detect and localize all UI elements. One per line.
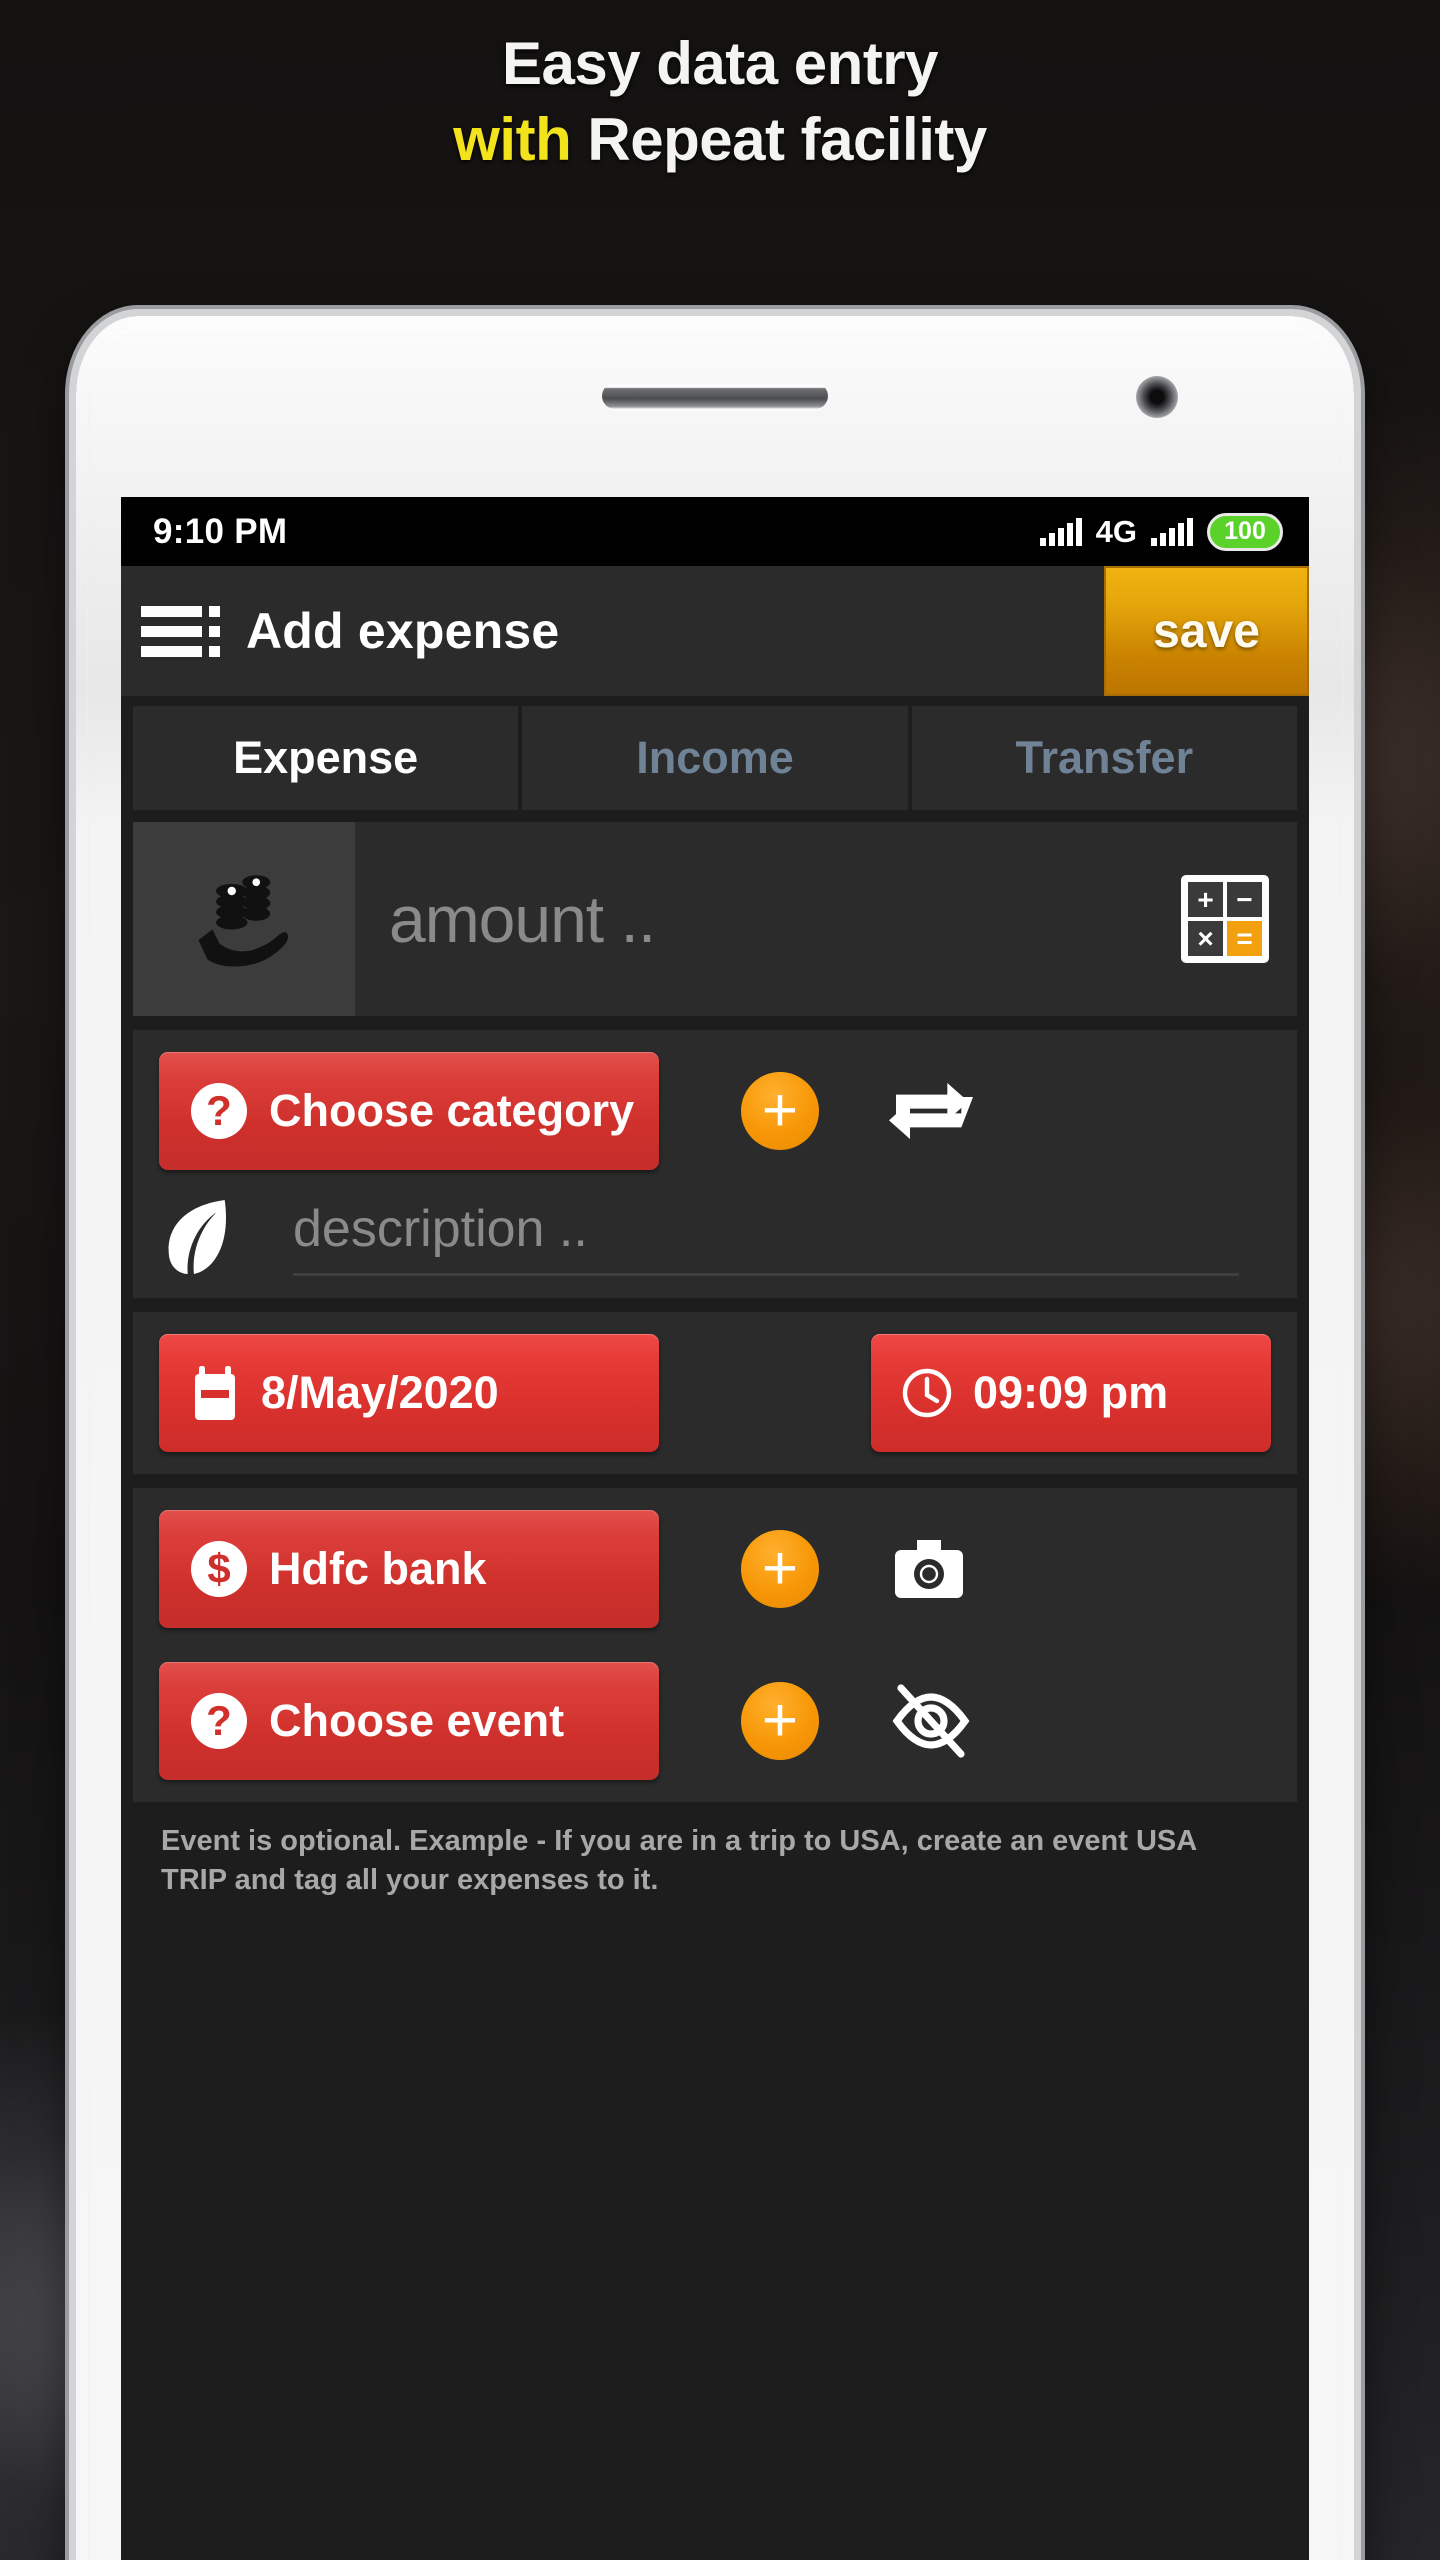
- calc-key-equals: =: [1227, 921, 1262, 956]
- description-placeholder: description ..: [293, 1199, 588, 1258]
- tab-transfer[interactable]: Transfer: [911, 706, 1297, 810]
- signal-bars-icon: [1039, 517, 1082, 546]
- question-mark-circle-icon: ?: [191, 1083, 247, 1139]
- leaf-icon: [159, 1198, 237, 1276]
- transaction-type-tabs: Expense Income Transfer: [121, 696, 1309, 810]
- time-value: 09:09 pm: [973, 1367, 1169, 1418]
- date-value: 8/May/2020: [261, 1367, 499, 1418]
- save-button[interactable]: save: [1104, 566, 1309, 696]
- account-button[interactable]: $ Hdfc bank: [159, 1510, 659, 1628]
- hamburger-menu-icon[interactable]: [141, 605, 220, 657]
- account-row: $ Hdfc bank +: [133, 1510, 1297, 1628]
- account-label: Hdfc bank: [269, 1543, 487, 1594]
- front-camera-icon: [1136, 376, 1178, 418]
- add-event-button[interactable]: +: [741, 1682, 819, 1760]
- battery-full-icon: 100: [1207, 512, 1283, 551]
- add-account-button[interactable]: +: [741, 1530, 819, 1608]
- calc-key-minus: −: [1227, 882, 1262, 917]
- choose-category-button[interactable]: ? Choose category: [159, 1052, 659, 1170]
- description-input[interactable]: description ..: [293, 1199, 1239, 1276]
- datetime-card: 8/May/2020 09:09 pm: [133, 1312, 1297, 1474]
- hamburger-dots: [209, 605, 220, 657]
- repeat-icon[interactable]: [889, 1075, 973, 1147]
- dollar-circle-icon: $: [191, 1541, 247, 1597]
- calendar-icon: [189, 1364, 241, 1422]
- page-title: Add expense: [246, 603, 560, 659]
- add-category-button[interactable]: +: [741, 1072, 819, 1150]
- battery-level-label: 100: [1224, 517, 1266, 545]
- network-type-label: 4G: [1095, 513, 1137, 549]
- amount-input[interactable]: amount .. + − × =: [355, 822, 1297, 1016]
- choose-category-label: Choose category: [269, 1085, 635, 1136]
- amount-placeholder: amount ..: [389, 882, 656, 956]
- calculator-icon[interactable]: + − × =: [1181, 875, 1269, 963]
- phone-screen: 9:10 PM 4G 100 Add expense save Expense …: [121, 497, 1309, 2560]
- status-time: 9:10 PM: [153, 511, 288, 551]
- status-icons: 4G 100: [1039, 512, 1283, 551]
- hamburger-lines: [141, 605, 202, 657]
- promo-screenshot: Easy data entry with Repeat facility 9:1…: [0, 0, 1440, 2560]
- account-event-card: $ Hdfc bank + ? Choose event +: [133, 1488, 1297, 1802]
- question-mark-circle-icon-2: ?: [191, 1693, 247, 1749]
- tab-income[interactable]: Income: [522, 706, 908, 810]
- calc-key-multiply: ×: [1188, 921, 1223, 956]
- promo-line-1: Easy data entry: [501, 30, 939, 97]
- date-button[interactable]: 8/May/2020: [159, 1334, 659, 1452]
- time-button[interactable]: 09:09 pm: [871, 1334, 1271, 1452]
- promo-line-2: with Repeat facility: [0, 102, 1440, 178]
- calc-key-plus: +: [1188, 882, 1223, 917]
- promo-headline: Easy data entry with Repeat facility: [0, 26, 1440, 178]
- clock-icon: [901, 1367, 953, 1419]
- camera-icon[interactable]: [889, 1534, 969, 1604]
- signal-bars-icon-2: [1151, 517, 1193, 546]
- amount-row: amount .. + − × =: [133, 822, 1297, 1016]
- event-help-note: Event is optional. Example - If you are …: [133, 1802, 1297, 1925]
- earpiece-speaker: [602, 383, 828, 409]
- description-row: description ..: [133, 1170, 1297, 1276]
- phone-mockup: 9:10 PM 4G 100 Add expense save Expense …: [76, 316, 1354, 2560]
- app-bar: Add expense save: [121, 566, 1309, 696]
- money-in-hand-icon: [133, 822, 355, 1016]
- promo-line-2-rest: Repeat facility: [571, 106, 987, 174]
- choose-event-button[interactable]: ? Choose event: [159, 1662, 659, 1780]
- eye-off-icon[interactable]: [889, 1684, 973, 1758]
- promo-accent-word: with: [453, 106, 572, 174]
- app-bar-left: Add expense: [121, 566, 559, 696]
- category-row: ? Choose category +: [133, 1052, 1297, 1170]
- choose-event-label: Choose event: [269, 1695, 565, 1746]
- status-bar: 9:10 PM 4G 100: [121, 497, 1309, 566]
- event-row: ? Choose event +: [133, 1662, 1297, 1780]
- datetime-row: 8/May/2020 09:09 pm: [133, 1334, 1297, 1452]
- category-card: ? Choose category + description ..: [133, 1030, 1297, 1298]
- tab-expense[interactable]: Expense: [133, 706, 519, 810]
